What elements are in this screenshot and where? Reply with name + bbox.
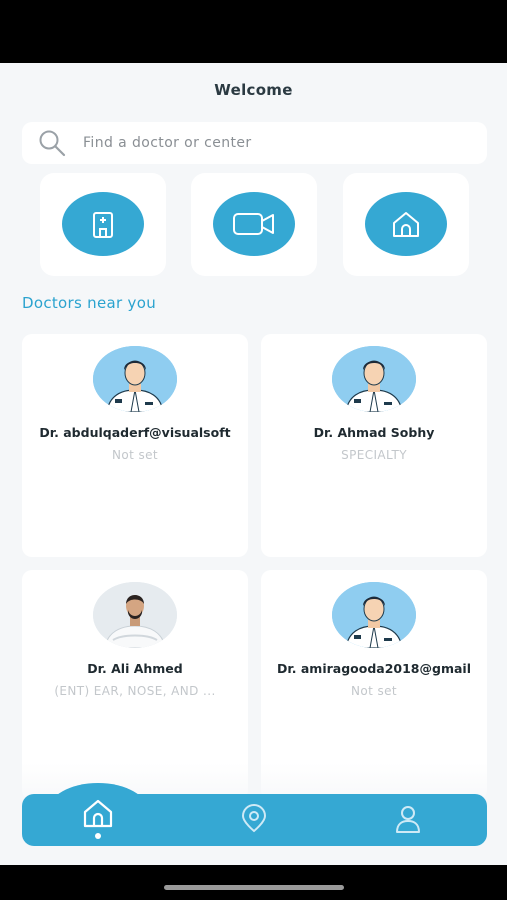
- active-indicator-dot: [95, 833, 101, 839]
- home-indicator[interactable]: [164, 885, 344, 890]
- doctor-card[interactable]: Dr. abdulqaderf@visualsoft Not set: [22, 334, 248, 557]
- nav-profile-button[interactable]: [390, 804, 426, 838]
- video-camera-icon: [213, 192, 295, 256]
- doctor-specialty: Not set: [112, 448, 158, 462]
- doctor-specialty: Not set: [351, 684, 397, 698]
- doctor-card[interactable]: Dr. Ahmad Sobhy SPECIALTY: [261, 334, 487, 557]
- doctor-specialty: SPECIALTY: [341, 448, 407, 462]
- location-pin-icon: [239, 804, 269, 838]
- quick-action-video-call[interactable]: [191, 173, 317, 276]
- doctor-name: Dr. Ahmad Sobhy: [313, 425, 435, 440]
- search-icon: [35, 126, 69, 160]
- doctor-name: Dr. Ali Ahmed: [87, 661, 183, 676]
- doctor-avatar: [332, 582, 416, 648]
- doctor-specialty: (ENT) EAR, NOSE, AND ...: [54, 684, 216, 698]
- doctor-name: Dr. amiragooda2018@gmail: [277, 661, 471, 676]
- app-screen: Welcome Find a doctor or center Doctors …: [0, 63, 507, 865]
- quick-action-hospital[interactable]: [40, 173, 166, 276]
- profile-icon: [394, 804, 422, 838]
- doctor-avatar: [93, 346, 177, 412]
- page-title: Welcome: [214, 81, 293, 99]
- doctor-name: Dr. abdulqaderf@visualsoft: [39, 425, 231, 440]
- doctor-avatar: [332, 346, 416, 412]
- quick-action-home-visit[interactable]: [343, 173, 469, 276]
- nav-home-button[interactable]: [80, 798, 116, 832]
- doctor-photo: [93, 582, 177, 648]
- status-bar: [0, 0, 507, 63]
- nav-location-button[interactable]: [236, 804, 272, 838]
- home-icon: [365, 192, 447, 256]
- section-title: Doctors near you: [22, 294, 157, 312]
- hospital-icon: [62, 192, 144, 256]
- home-icon: [81, 798, 115, 832]
- search-bar[interactable]: Find a doctor or center: [22, 122, 487, 164]
- search-placeholder: Find a doctor or center: [83, 135, 252, 151]
